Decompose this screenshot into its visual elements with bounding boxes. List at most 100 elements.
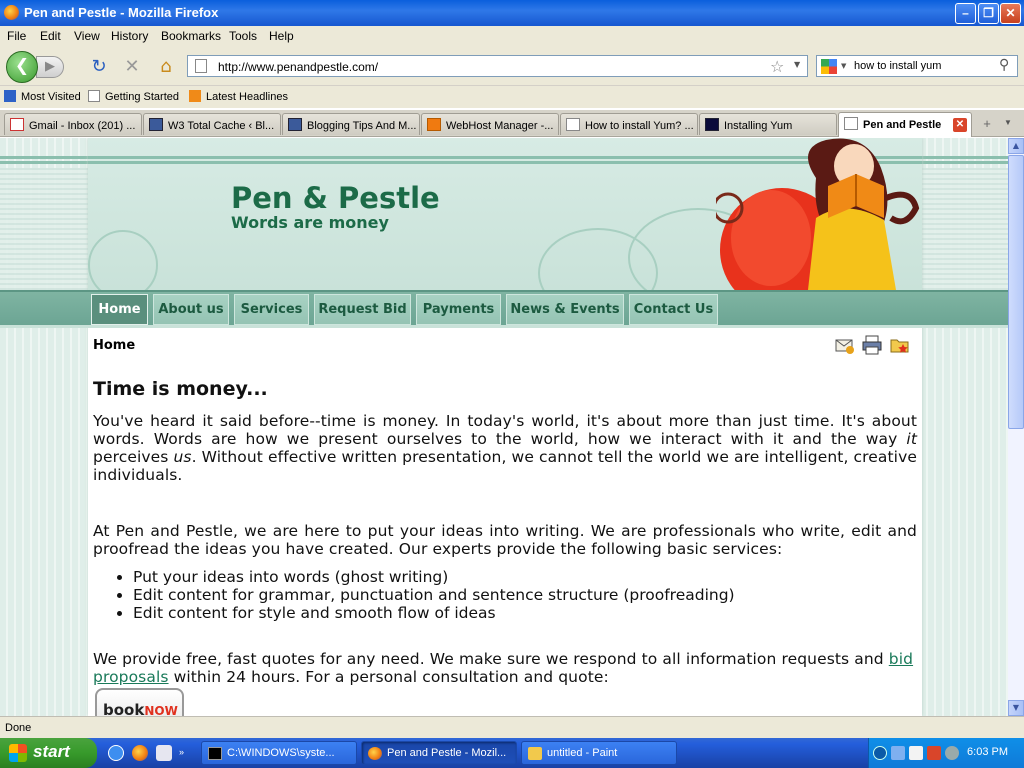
bookmark-star-icon[interactable]: ☆	[770, 57, 784, 76]
status-bar: Done	[0, 716, 1024, 738]
bookmark-getting-started[interactable]: Getting Started	[88, 90, 179, 103]
close-tab-icon[interactable]: ✕	[953, 118, 967, 132]
search-input[interactable]: how to install yum	[854, 60, 941, 72]
tab-list-icon[interactable]: ▼	[1004, 118, 1012, 127]
bookmark-folder-icon[interactable]	[889, 334, 911, 356]
nav-about-us[interactable]: About us	[153, 294, 229, 325]
bookmark-most-visited[interactable]: Most Visited	[4, 90, 81, 103]
text-run: You've heard it said before--time is mon…	[93, 412, 917, 448]
quicklaunch-expand-icon[interactable]: »	[179, 747, 184, 757]
google-icon[interactable]	[821, 59, 837, 74]
security-shield-icon[interactable]	[927, 746, 941, 760]
quicklaunch-icon[interactable]	[156, 745, 172, 761]
nav-contact-us[interactable]: Contact Us	[629, 294, 718, 325]
scroll-thumb[interactable]	[1008, 155, 1024, 429]
text-run: us	[173, 448, 192, 466]
tab-bar: Gmail - Inbox (201) ... W3 Total Cache ‹…	[0, 110, 1024, 137]
site-brand[interactable]: Pen & Pestle Words are money	[231, 182, 440, 232]
new-tab-icon[interactable]: +	[978, 116, 996, 134]
intro-paragraph: You've heard it said before--time is mon…	[93, 412, 917, 484]
page-icon	[195, 59, 207, 73]
bookmark-label: Most Visited	[21, 91, 81, 103]
task-cmd[interactable]: C:\WINDOWS\syste...	[201, 741, 357, 765]
menu-bookmarks[interactable]: Bookmarks	[161, 29, 221, 43]
list-item: Edit content for style and smooth flow o…	[133, 604, 917, 622]
reading-girl-illustration	[716, 138, 920, 290]
menu-help[interactable]: Help	[269, 29, 294, 43]
search-bar[interactable]: ▼ how to install yum ⚲	[816, 55, 1018, 77]
tray-app-icon[interactable]	[909, 746, 923, 760]
restore-button[interactable]: ❐	[978, 3, 999, 24]
menu-view[interactable]: View	[74, 29, 100, 43]
minimize-button[interactable]: –	[955, 3, 976, 24]
bookmarks-toolbar: Most Visited Getting Started Latest Head…	[0, 86, 1024, 108]
cpanel-icon	[427, 118, 441, 131]
nav-payments[interactable]: Payments	[416, 294, 501, 325]
tab-webhost-manager[interactable]: WebHost Manager -...	[421, 113, 559, 135]
url-bar[interactable]: http://www.penandpestle.com/ ☆ ▼	[187, 55, 808, 77]
tray-expand-icon[interactable]	[873, 746, 887, 760]
paint-icon	[528, 747, 542, 760]
window-titlebar[interactable]: Pen and Pestle - Mozilla Firefox – ❐ ✕	[0, 0, 1024, 26]
text-run: . Without effective written presentation…	[93, 448, 917, 484]
main-content: Time is money... You've heard it said be…	[93, 378, 917, 686]
page-icon	[844, 117, 858, 130]
url-input[interactable]: http://www.penandpestle.com/	[218, 60, 378, 74]
banner-swirl	[88, 230, 158, 290]
folder-icon	[4, 90, 16, 102]
search-icon[interactable]: ⚲	[999, 57, 1009, 73]
about-paragraph: At Pen and Pestle, we are here to put yo…	[93, 522, 917, 558]
nav-services[interactable]: Services	[234, 294, 309, 325]
tab-pen-and-pestle[interactable]: Pen and Pestle ✕	[838, 112, 972, 137]
book-now-button[interactable]: bookNOW	[95, 688, 184, 716]
print-icon[interactable]	[861, 334, 883, 356]
tab-how-to-install-yum[interactable]: How to install Yum? ...	[560, 113, 698, 135]
site-icon	[149, 118, 163, 131]
nav-request-bid[interactable]: Request Bid	[314, 294, 411, 325]
cmd-icon	[208, 747, 222, 760]
menu-history[interactable]: History	[111, 29, 148, 43]
firefox-quicklaunch-icon[interactable]	[132, 745, 148, 761]
tab-w3-total-cache[interactable]: W3 Total Cache ‹ Bl...	[143, 113, 281, 135]
task-paint[interactable]: untitled - Paint	[521, 741, 677, 765]
reload-icon[interactable]: ↻	[89, 58, 109, 76]
back-button[interactable]: ❮	[6, 51, 38, 83]
volume-icon[interactable]	[945, 746, 959, 760]
tab-installing-yum[interactable]: Installing Yum	[699, 113, 837, 135]
tab-blogging-tips[interactable]: Blogging Tips And M...	[282, 113, 420, 135]
menu-edit[interactable]: Edit	[40, 29, 61, 43]
forward-button[interactable]: ▶	[36, 56, 64, 78]
page-container: Pen & Pestle Words are money Home Time i…	[88, 138, 922, 716]
page-icon	[88, 90, 100, 102]
nav-home[interactable]: Home	[91, 294, 148, 325]
menu-bar: File Edit View History Bookmarks Tools H…	[0, 26, 1024, 46]
tab-label: WebHost Manager -...	[446, 120, 554, 132]
page-icon	[566, 118, 580, 131]
nav-news-events[interactable]: News & Events	[506, 294, 624, 325]
task-label: Pen and Pestle - Mozil...	[387, 747, 507, 759]
site-icon	[288, 118, 302, 131]
vertical-scrollbar[interactable]: ▲ ▼	[1008, 138, 1024, 716]
system-tray: 6:03 PM	[868, 738, 1024, 768]
network-icon[interactable]	[891, 746, 905, 760]
email-page-icon[interactable]	[834, 334, 856, 356]
bookmark-label: Getting Started	[105, 91, 179, 103]
task-label: untitled - Paint	[547, 747, 618, 759]
scroll-up-button[interactable]: ▲	[1008, 138, 1024, 154]
ie-icon[interactable]	[108, 745, 124, 761]
url-dropdown-icon[interactable]: ▼	[794, 60, 800, 69]
tab-label: Pen and Pestle	[863, 119, 942, 131]
tab-gmail[interactable]: Gmail - Inbox (201) ...	[4, 113, 142, 135]
menu-tools[interactable]: Tools	[229, 29, 257, 43]
menu-file[interactable]: File	[7, 29, 26, 43]
task-firefox[interactable]: Pen and Pestle - Mozil...	[361, 741, 517, 765]
scroll-down-button[interactable]: ▼	[1008, 700, 1024, 716]
stop-icon[interactable]: ✕	[122, 58, 142, 76]
start-button[interactable]: start	[0, 738, 97, 768]
close-window-button[interactable]: ✕	[1000, 3, 1021, 24]
search-engine-dropdown-icon[interactable]: ▼	[841, 62, 846, 70]
firefox-icon	[4, 5, 19, 20]
home-icon[interactable]: ⌂	[156, 58, 176, 76]
bookmark-latest-headlines[interactable]: Latest Headlines	[189, 90, 288, 103]
site-tagline: Words are money	[231, 213, 389, 232]
